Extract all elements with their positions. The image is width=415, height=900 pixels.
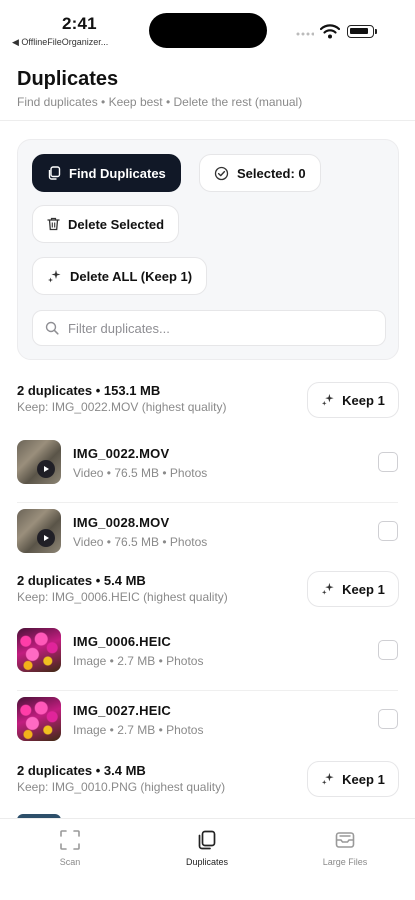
page-subtitle: Find duplicates • Keep best • Delete the… xyxy=(17,95,303,109)
file-meta: Image • 2.7 MB • Photos xyxy=(73,723,204,737)
play-icon xyxy=(37,529,55,547)
sparkles-icon xyxy=(322,393,334,406)
file-thumbnail xyxy=(17,509,61,553)
file-name: IMG_0027.HEIC xyxy=(73,703,171,718)
file-name: IMG_0028.MOV xyxy=(73,515,170,530)
tab-label: Scan xyxy=(59,857,81,867)
selected-count-button[interactable]: Selected: 0 xyxy=(199,154,321,192)
tab-bar: Scan Duplicates Large Files xyxy=(0,818,415,900)
duplicate-file-row[interactable]: IMG_0027.HEIC Image • 2.7 MB • Photos xyxy=(0,690,415,759)
duplicate-file-row[interactable]: IMG_0022.MOV Video • 76.5 MB • Photos xyxy=(0,440,415,502)
page-title: Duplicates xyxy=(17,68,119,90)
filter-search-field[interactable] xyxy=(32,310,386,346)
wifi-icon xyxy=(320,24,340,39)
row-divider xyxy=(17,502,398,503)
keep-one-button[interactable]: Keep 1 xyxy=(307,382,399,418)
status-bar: 2:41 ◀ OfflineFileOrganizer... xyxy=(0,0,415,56)
delete-all-keep-one-button[interactable]: Delete ALL (Keep 1) xyxy=(32,257,208,295)
dynamic-island xyxy=(149,13,267,48)
large-files-icon xyxy=(335,832,355,848)
file-thumbnail xyxy=(17,440,61,484)
select-checkbox[interactable] xyxy=(378,640,398,660)
duplicates-icon xyxy=(198,830,216,850)
keep-one-label: Keep 1 xyxy=(342,392,385,408)
search-icon xyxy=(45,321,59,335)
tab-label: Large Files xyxy=(322,857,368,867)
keep-one-label: Keep 1 xyxy=(342,771,385,787)
duplicate-group-header: 2 duplicates • 5.4 MB Keep: IMG_0006.HEI… xyxy=(0,567,415,619)
tab-duplicates[interactable]: Duplicates xyxy=(152,829,262,867)
group-title: 2 duplicates • 5.4 MB xyxy=(17,573,146,588)
duplicate-group-header: 2 duplicates • 153.1 MB Keep: IMG_0022.M… xyxy=(0,377,415,429)
tab-large-files[interactable]: Large Files xyxy=(290,829,400,867)
filter-duplicates-input[interactable] xyxy=(68,320,368,336)
delete-selected-button[interactable]: Delete Selected xyxy=(32,205,180,243)
tab-label: Duplicates xyxy=(185,857,229,867)
keep-one-label: Keep 1 xyxy=(342,581,385,597)
scan-icon xyxy=(60,830,80,850)
file-meta: Video • 76.5 MB • Photos xyxy=(73,466,208,480)
sparkles-icon xyxy=(322,582,334,595)
group-keep-note: Keep: IMG_0022.MOV (highest quality) xyxy=(17,400,227,414)
file-name: IMG_0006.HEIC xyxy=(73,634,171,649)
select-checkbox[interactable] xyxy=(378,521,398,541)
tab-scan[interactable]: Scan xyxy=(15,829,125,867)
row-divider xyxy=(17,690,398,691)
delete-all-label: Delete ALL (Keep 1) xyxy=(70,268,193,284)
keep-one-button[interactable]: Keep 1 xyxy=(307,761,399,797)
group-keep-note: Keep: IMG_0010.PNG (highest quality) xyxy=(17,780,226,794)
find-duplicates-button[interactable]: Find Duplicates xyxy=(32,154,181,192)
duplicate-file-row[interactable]: IMG_0006.HEIC Image • 2.7 MB • Photos xyxy=(0,628,415,690)
sparkles-icon xyxy=(322,772,334,785)
signal-icon xyxy=(296,32,314,36)
delete-selected-label: Delete Selected xyxy=(68,216,165,232)
trash-icon xyxy=(47,217,60,231)
group-keep-note: Keep: IMG_0006.HEIC (highest quality) xyxy=(17,590,228,604)
group-title: 2 duplicates • 153.1 MB xyxy=(17,383,161,398)
checkmark-circle-icon xyxy=(214,166,229,180)
file-name: IMG_0022.MOV xyxy=(73,446,170,461)
back-to-app-link[interactable]: ◀ OfflineFileOrganizer... xyxy=(12,37,108,48)
duplicate-group-header: 2 duplicates • 3.4 MB Keep: IMG_0010.PNG… xyxy=(0,757,415,809)
file-meta: Image • 2.7 MB • Photos xyxy=(73,654,204,668)
group-title: 2 duplicates • 3.4 MB xyxy=(17,763,146,778)
keep-one-button[interactable]: Keep 1 xyxy=(307,571,399,607)
sparkles-icon xyxy=(48,269,61,282)
header-divider xyxy=(0,120,415,121)
duplicate-file-row[interactable]: IMG_0028.MOV Video • 76.5 MB • Photos xyxy=(0,502,415,571)
select-checkbox[interactable] xyxy=(378,709,398,729)
actions-card: Find Duplicates Selected: 0 Delete Selec… xyxy=(17,139,399,360)
select-checkbox[interactable] xyxy=(378,452,398,472)
find-duplicates-label: Find Duplicates xyxy=(69,165,166,181)
file-thumbnail xyxy=(17,628,61,672)
file-meta: Video • 76.5 MB • Photos xyxy=(73,535,208,549)
selected-count-label: Selected: 0 xyxy=(237,165,306,181)
file-thumbnail xyxy=(17,697,61,741)
play-icon xyxy=(37,460,55,478)
battery-icon xyxy=(347,25,377,38)
status-time: 2:41 xyxy=(62,14,97,33)
copy-icon xyxy=(48,166,61,180)
